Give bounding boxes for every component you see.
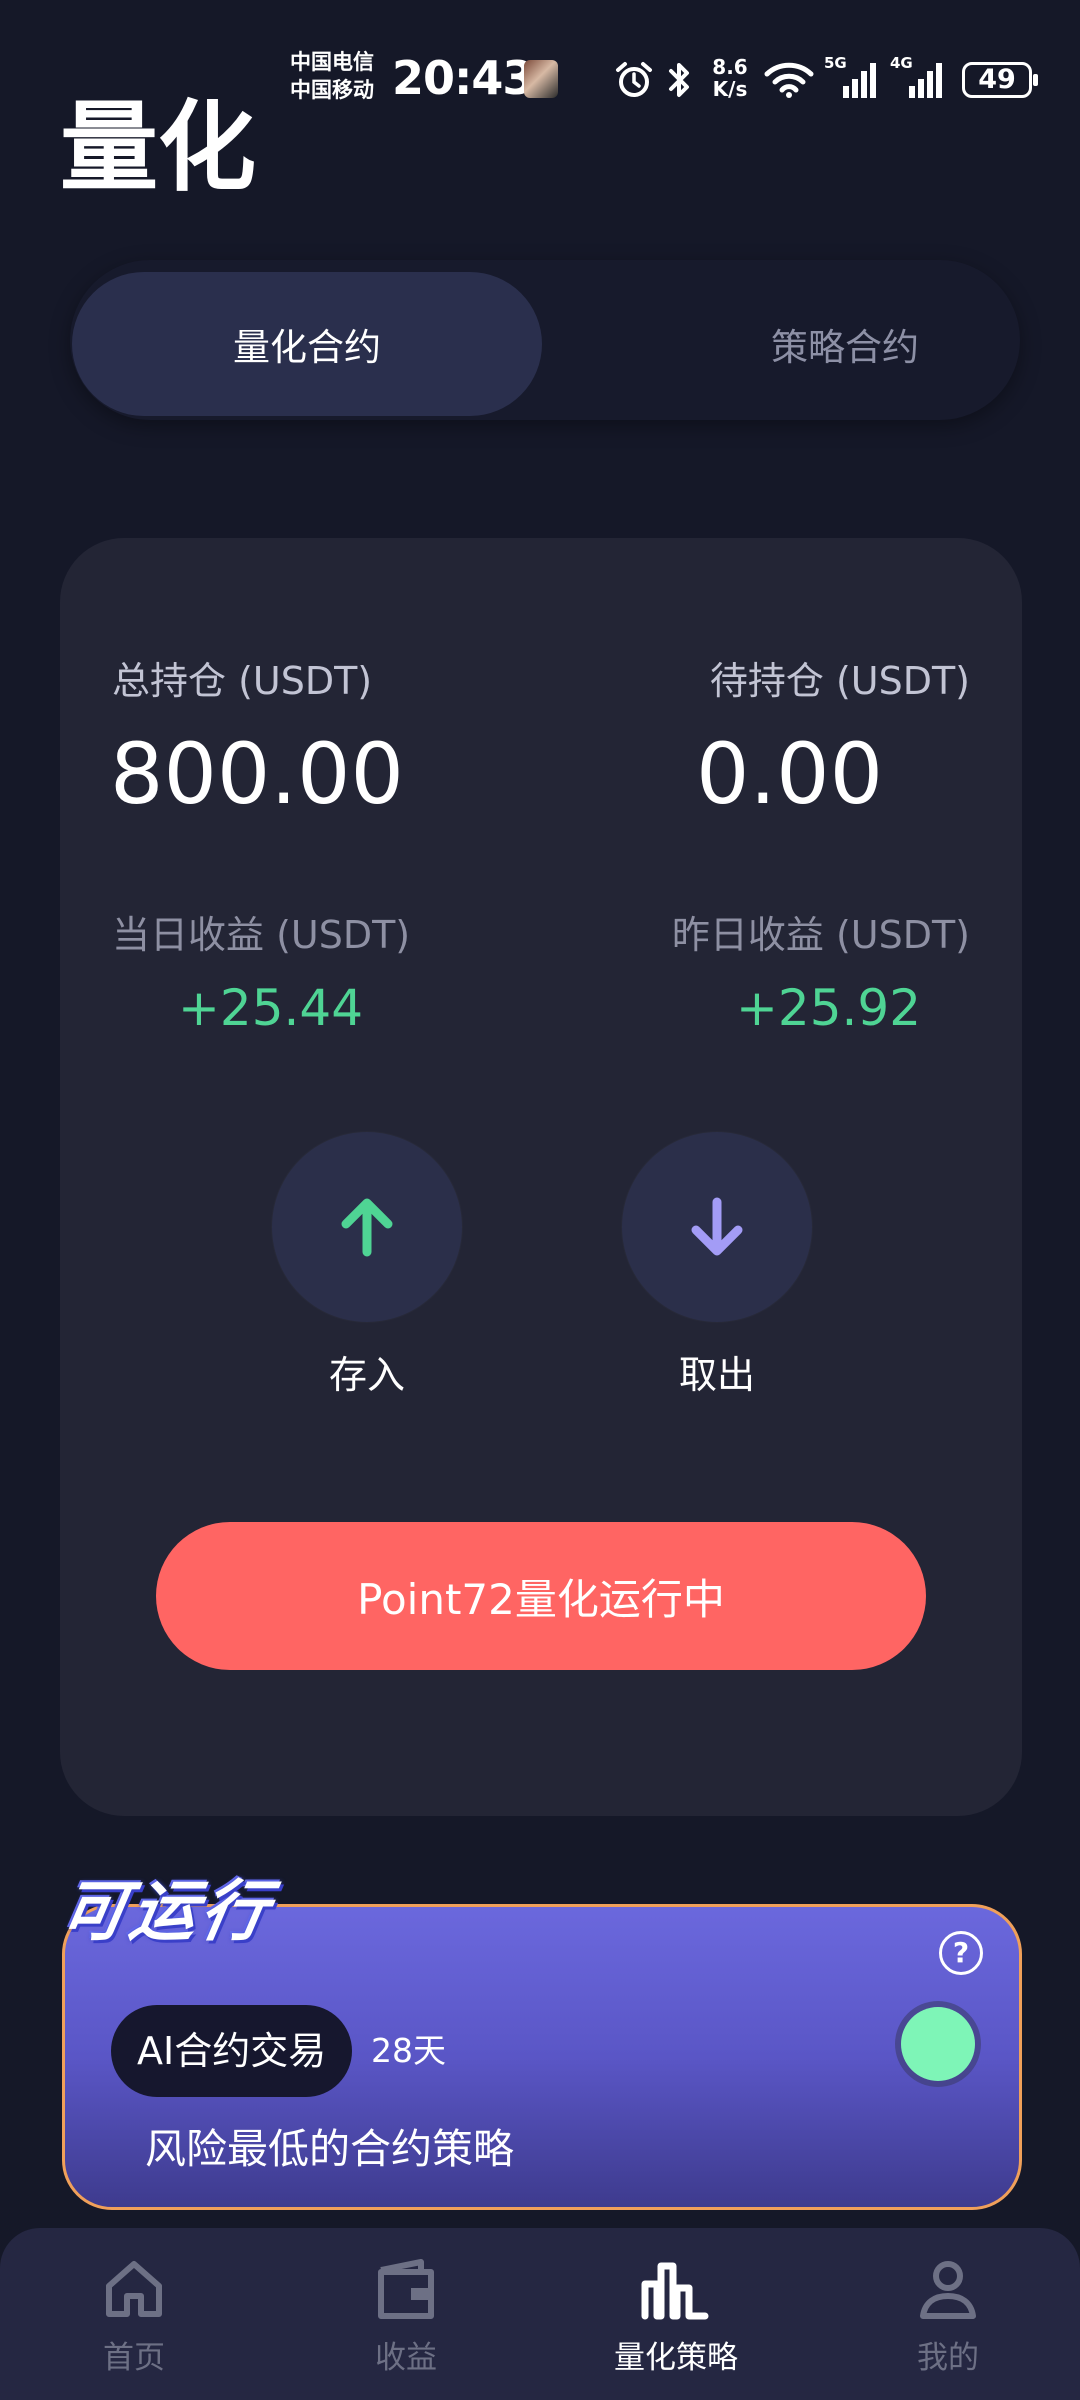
carrier-1: 中国电信 [290, 50, 374, 74]
total-position-label: 总持仓 (USDT) [112, 659, 373, 703]
nav-item-quant-strategy[interactable]: 量化策略 [606, 2250, 746, 2378]
bar-chart-icon [606, 2250, 746, 2328]
nav-label-income: 收益 [375, 2340, 437, 2376]
strategy-toggle[interactable] [901, 2007, 975, 2081]
signal-4g-label: 4G [890, 54, 913, 72]
pending-position-value: 0.00 [696, 725, 884, 823]
yesterday-income-label: 昨日收益 (USDT) [671, 913, 970, 957]
pending-position-label: 待持仓 (USDT) [709, 659, 970, 703]
strategy-name-pill: AI合约交易 [111, 2005, 353, 2097]
tab-strategy-contract[interactable]: 策略合约 [610, 272, 1080, 416]
network-speed-unit: K/s [712, 77, 748, 101]
deposit-label: 存入 [328, 1353, 405, 1397]
page-title: 量化 [60, 91, 257, 205]
tab-quant-contract[interactable]: 量化合约 [72, 272, 542, 416]
signal-5g-icon: 5G [824, 54, 882, 102]
nav-item-home[interactable]: 首页 [64, 2250, 204, 2378]
wifi-icon [762, 58, 816, 102]
yesterday-income-value: +25.92 [736, 979, 922, 1037]
battery-icon: 49 [962, 62, 1038, 98]
arrow-up-icon [341, 1198, 393, 1257]
alarm-icon [612, 58, 656, 102]
quant-screen: 中国电信 中国移动 20:43 8.6 K/s 5G 4G 49 量化 量化合约… [0, 0, 1080, 2400]
home-icon [64, 2250, 204, 2328]
network-speed: 8.6 K/s [710, 56, 750, 100]
withdraw-button[interactable] [622, 1132, 812, 1322]
runnable-badge: 可运行 [54, 1873, 278, 1950]
notification-avatar-icon [524, 60, 558, 98]
signal-4g-icon: 4G [890, 54, 948, 102]
nav-label-profile: 我的 [917, 2340, 979, 2376]
network-speed-value: 8.6 [712, 55, 748, 79]
user-icon [878, 2250, 1018, 2328]
bluetooth-icon [664, 58, 696, 102]
status-time: 20:43 [392, 51, 534, 105]
today-income-label: 当日收益 (USDT) [112, 913, 411, 957]
nav-item-profile[interactable]: 我的 [878, 2250, 1018, 2378]
signal-5g-label: 5G [824, 54, 847, 72]
withdraw-action[interactable]: 取出 [622, 1132, 812, 1400]
carrier-names: 中国电信 中国移动 [290, 48, 374, 104]
deposit-action[interactable]: 存入 [272, 1132, 462, 1400]
total-position-value: 800.00 [110, 725, 404, 823]
contract-tabs: 量化合约 策略合约 [70, 260, 1020, 420]
nav-label-quant-strategy: 量化策略 [614, 2340, 738, 2376]
today-income-value: +25.44 [178, 979, 364, 1037]
quant-running-button[interactable]: Point72量化运行中 [156, 1522, 926, 1670]
deposit-button[interactable] [272, 1132, 462, 1322]
strategy-description: 风险最低的合约策略 [145, 2125, 514, 2173]
wallet-icon [336, 2250, 476, 2328]
arrow-down-icon [691, 1197, 743, 1256]
nav-label-home: 首页 [103, 2340, 165, 2376]
position-summary-card: 总持仓 (USDT) 800.00 待持仓 (USDT) 0.00 当日收益 (… [60, 538, 1022, 1816]
help-icon[interactable]: ? [939, 1931, 983, 1975]
carrier-2: 中国移动 [290, 78, 374, 102]
withdraw-label: 取出 [678, 1353, 755, 1397]
bottom-nav: 首页 收益 量化策略 我的 [0, 2228, 1080, 2400]
nav-item-income[interactable]: 收益 [336, 2250, 476, 2378]
strategy-duration: 28天 [371, 2031, 446, 2070]
